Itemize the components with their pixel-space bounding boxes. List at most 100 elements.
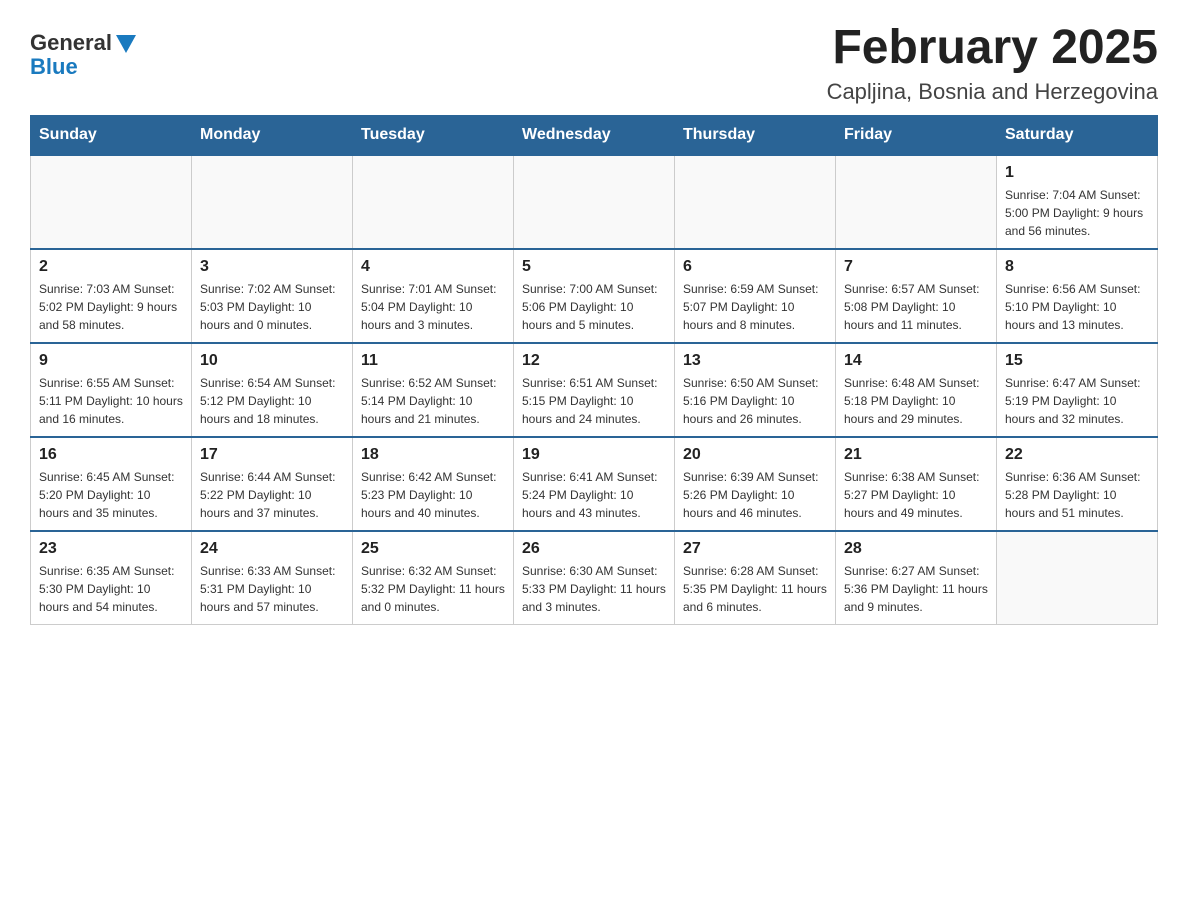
- day-info: Sunrise: 6:47 AM Sunset: 5:19 PM Dayligh…: [1005, 374, 1149, 428]
- weekday-header-tuesday: Tuesday: [353, 116, 514, 156]
- calendar-cell: 1 Sunrise: 7:04 AM Sunset: 5:00 PM Daylig…: [997, 155, 1158, 249]
- logo-blue-text: Blue: [30, 54, 78, 80]
- calendar-cell: 11 Sunrise: 6:52 AM Sunset: 5:14 PM Dayli…: [353, 343, 514, 437]
- calendar-cell: 27 Sunrise: 6:28 AM Sunset: 5:35 PM Dayli…: [675, 531, 836, 625]
- day-number: 19: [522, 446, 666, 464]
- day-number: 1: [1005, 164, 1149, 182]
- day-info: Sunrise: 6:39 AM Sunset: 5:26 PM Dayligh…: [683, 468, 827, 522]
- calendar-cell: 10 Sunrise: 6:54 AM Sunset: 5:12 PM Dayli…: [192, 343, 353, 437]
- day-info: Sunrise: 6:30 AM Sunset: 5:33 PM Dayligh…: [522, 562, 666, 616]
- calendar-cell: 15 Sunrise: 6:47 AM Sunset: 5:19 PM Dayli…: [997, 343, 1158, 437]
- day-info: Sunrise: 6:41 AM Sunset: 5:24 PM Dayligh…: [522, 468, 666, 522]
- calendar-cell: [192, 155, 353, 249]
- weekday-header-thursday: Thursday: [675, 116, 836, 156]
- calendar-week-1: 2 Sunrise: 7:03 AM Sunset: 5:02 PM Daylig…: [31, 249, 1158, 343]
- day-info: Sunrise: 6:35 AM Sunset: 5:30 PM Dayligh…: [39, 562, 183, 616]
- day-info: Sunrise: 6:51 AM Sunset: 5:15 PM Dayligh…: [522, 374, 666, 428]
- logo-triangle-icon: [116, 35, 136, 53]
- calendar-cell: 23 Sunrise: 6:35 AM Sunset: 5:30 PM Dayli…: [31, 531, 192, 625]
- day-number: 28: [844, 540, 988, 558]
- weekday-header-sunday: Sunday: [31, 116, 192, 156]
- day-info: Sunrise: 6:52 AM Sunset: 5:14 PM Dayligh…: [361, 374, 505, 428]
- day-info: Sunrise: 6:38 AM Sunset: 5:27 PM Dayligh…: [844, 468, 988, 522]
- day-number: 2: [39, 258, 183, 276]
- calendar-cell: [353, 155, 514, 249]
- calendar-cell: 24 Sunrise: 6:33 AM Sunset: 5:31 PM Dayli…: [192, 531, 353, 625]
- day-number: 23: [39, 540, 183, 558]
- calendar-cell: 2 Sunrise: 7:03 AM Sunset: 5:02 PM Daylig…: [31, 249, 192, 343]
- day-number: 12: [522, 352, 666, 370]
- calendar-cell: 16 Sunrise: 6:45 AM Sunset: 5:20 PM Dayli…: [31, 437, 192, 531]
- day-number: 10: [200, 352, 344, 370]
- calendar-week-4: 23 Sunrise: 6:35 AM Sunset: 5:30 PM Dayli…: [31, 531, 1158, 625]
- day-info: Sunrise: 6:27 AM Sunset: 5:36 PM Dayligh…: [844, 562, 988, 616]
- day-info: Sunrise: 6:45 AM Sunset: 5:20 PM Dayligh…: [39, 468, 183, 522]
- day-info: Sunrise: 6:44 AM Sunset: 5:22 PM Dayligh…: [200, 468, 344, 522]
- weekday-header-monday: Monday: [192, 116, 353, 156]
- calendar-cell: 3Sunrise: 7:02 AM Sunset: 5:03 PM Daylig…: [192, 249, 353, 343]
- day-info: Sunrise: 6:50 AM Sunset: 5:16 PM Dayligh…: [683, 374, 827, 428]
- calendar-cell: 17 Sunrise: 6:44 AM Sunset: 5:22 PM Dayli…: [192, 437, 353, 531]
- calendar-cell: 14Sunrise: 6:48 AM Sunset: 5:18 PM Dayli…: [836, 343, 997, 437]
- day-info: Sunrise: 6:33 AM Sunset: 5:31 PM Dayligh…: [200, 562, 344, 616]
- calendar-cell: 4 Sunrise: 7:01 AM Sunset: 5:04 PM Daylig…: [353, 249, 514, 343]
- calendar-week-3: 16 Sunrise: 6:45 AM Sunset: 5:20 PM Dayli…: [31, 437, 1158, 531]
- header: General Blue February 2025 Capljina, Bos…: [30, 20, 1158, 105]
- day-info: Sunrise: 6:36 AM Sunset: 5:28 PM Dayligh…: [1005, 468, 1149, 522]
- calendar-cell: 25 Sunrise: 6:32 AM Sunset: 5:32 PM Dayli…: [353, 531, 514, 625]
- calendar-header-row: SundayMondayTuesdayWednesdayThursdayFrid…: [31, 116, 1158, 156]
- calendar-cell: 20Sunrise: 6:39 AM Sunset: 5:26 PM Dayli…: [675, 437, 836, 531]
- calendar-cell: 28 Sunrise: 6:27 AM Sunset: 5:36 PM Dayli…: [836, 531, 997, 625]
- day-info: Sunrise: 6:32 AM Sunset: 5:32 PM Dayligh…: [361, 562, 505, 616]
- calendar-cell: 18Sunrise: 6:42 AM Sunset: 5:23 PM Dayli…: [353, 437, 514, 531]
- day-number: 24: [200, 540, 344, 558]
- calendar-cell: 6 Sunrise: 6:59 AM Sunset: 5:07 PM Daylig…: [675, 249, 836, 343]
- day-info: Sunrise: 6:56 AM Sunset: 5:10 PM Dayligh…: [1005, 280, 1149, 334]
- location-title: Capljina, Bosnia and Herzegovina: [827, 79, 1158, 105]
- day-number: 6: [683, 258, 827, 276]
- day-info: Sunrise: 7:00 AM Sunset: 5:06 PM Dayligh…: [522, 280, 666, 334]
- logo-general: General: [30, 30, 136, 56]
- logo-general-text: General: [30, 30, 112, 56]
- day-number: 14: [844, 352, 988, 370]
- calendar-cell: 22Sunrise: 6:36 AM Sunset: 5:28 PM Dayli…: [997, 437, 1158, 531]
- day-number: 11: [361, 352, 505, 370]
- calendar-cell: 26 Sunrise: 6:30 AM Sunset: 5:33 PM Dayli…: [514, 531, 675, 625]
- day-info: Sunrise: 6:55 AM Sunset: 5:11 PM Dayligh…: [39, 374, 183, 428]
- calendar: SundayMondayTuesdayWednesdayThursdayFrid…: [30, 115, 1158, 625]
- day-info: Sunrise: 6:28 AM Sunset: 5:35 PM Dayligh…: [683, 562, 827, 616]
- calendar-cell: [31, 155, 192, 249]
- weekday-header-saturday: Saturday: [997, 116, 1158, 156]
- calendar-cell: [675, 155, 836, 249]
- day-number: 15: [1005, 352, 1149, 370]
- day-number: 21: [844, 446, 988, 464]
- title-area: February 2025 Capljina, Bosnia and Herze…: [827, 20, 1158, 105]
- day-info: Sunrise: 6:54 AM Sunset: 5:12 PM Dayligh…: [200, 374, 344, 428]
- day-number: 7: [844, 258, 988, 276]
- calendar-cell: 5Sunrise: 7:00 AM Sunset: 5:06 PM Daylig…: [514, 249, 675, 343]
- calendar-cell: 9 Sunrise: 6:55 AM Sunset: 5:11 PM Daylig…: [31, 343, 192, 437]
- month-title: February 2025: [827, 20, 1158, 75]
- day-number: 8: [1005, 258, 1149, 276]
- day-number: 17: [200, 446, 344, 464]
- day-number: 16: [39, 446, 183, 464]
- day-info: Sunrise: 6:57 AM Sunset: 5:08 PM Dayligh…: [844, 280, 988, 334]
- day-number: 26: [522, 540, 666, 558]
- calendar-cell: 8 Sunrise: 6:56 AM Sunset: 5:10 PM Daylig…: [997, 249, 1158, 343]
- calendar-cell: 19 Sunrise: 6:41 AM Sunset: 5:24 PM Dayli…: [514, 437, 675, 531]
- day-number: 27: [683, 540, 827, 558]
- day-number: 9: [39, 352, 183, 370]
- weekday-header-wednesday: Wednesday: [514, 116, 675, 156]
- calendar-cell: 12 Sunrise: 6:51 AM Sunset: 5:15 PM Dayli…: [514, 343, 675, 437]
- day-info: Sunrise: 7:03 AM Sunset: 5:02 PM Dayligh…: [39, 280, 183, 334]
- day-info: Sunrise: 6:59 AM Sunset: 5:07 PM Dayligh…: [683, 280, 827, 334]
- logo: General Blue: [30, 20, 136, 80]
- calendar-cell: 13Sunrise: 6:50 AM Sunset: 5:16 PM Dayli…: [675, 343, 836, 437]
- day-number: 4: [361, 258, 505, 276]
- day-info: Sunrise: 7:04 AM Sunset: 5:00 PM Dayligh…: [1005, 186, 1149, 240]
- day-number: 25: [361, 540, 505, 558]
- calendar-cell: [836, 155, 997, 249]
- day-number: 18: [361, 446, 505, 464]
- day-number: 3: [200, 258, 344, 276]
- day-info: Sunrise: 7:01 AM Sunset: 5:04 PM Dayligh…: [361, 280, 505, 334]
